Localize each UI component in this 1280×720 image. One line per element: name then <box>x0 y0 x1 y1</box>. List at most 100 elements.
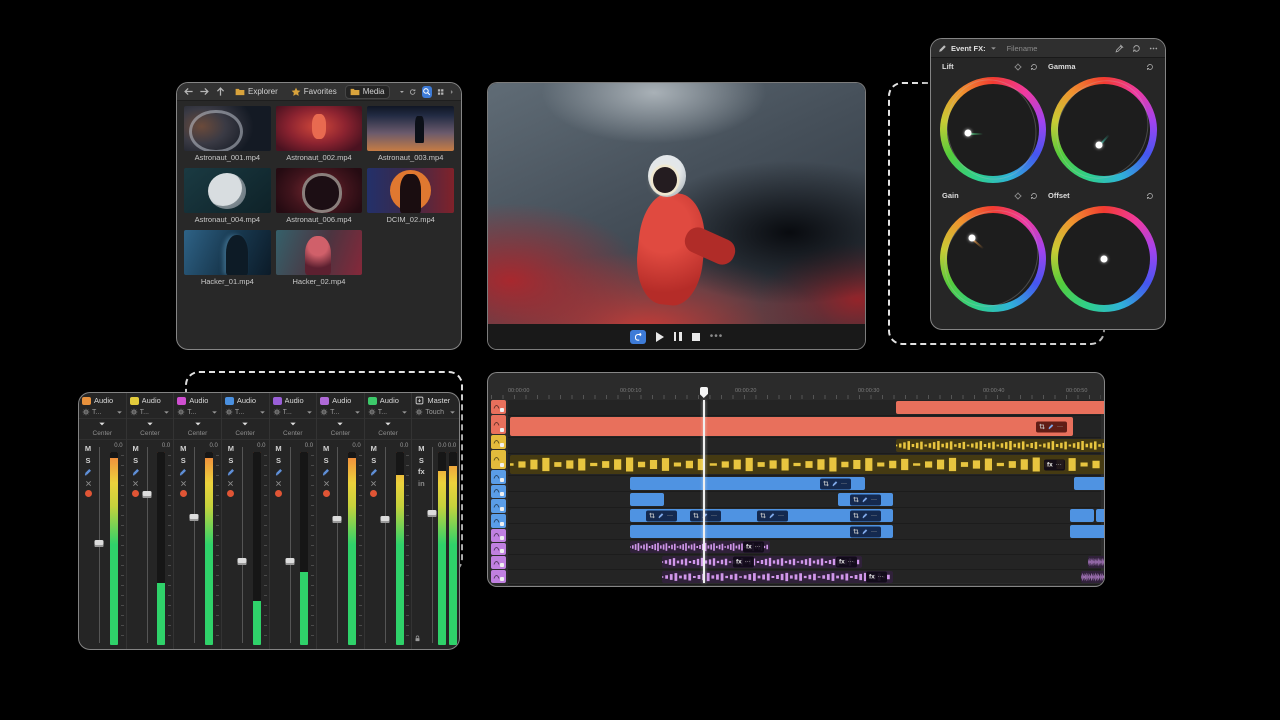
fader-handle[interactable] <box>237 558 246 565</box>
solo-button[interactable]: S <box>85 457 90 465</box>
track-lane[interactable]: fx⋯fx⋯ <box>508 555 1101 570</box>
chevron-down-icon[interactable] <box>990 45 997 52</box>
fader[interactable] <box>380 443 390 645</box>
mute-button[interactable]: M <box>228 445 234 453</box>
fader-handle[interactable] <box>380 516 389 523</box>
more-icon[interactable] <box>1149 44 1158 53</box>
fader-handle[interactable] <box>428 510 437 517</box>
media-item[interactable]: DCIM_02.mp4 <box>367 168 454 227</box>
stop-button[interactable] <box>692 333 700 341</box>
target-icon[interactable] <box>1014 192 1022 200</box>
record-arm-button[interactable] <box>180 490 187 497</box>
mute-button[interactable]: M <box>371 445 377 453</box>
grid-view-icon[interactable] <box>437 87 444 97</box>
clip-fx-badge[interactable]: fx⋯ <box>836 587 857 588</box>
loop-button[interactable] <box>630 330 646 344</box>
track-header-purple[interactable] <box>491 570 506 583</box>
pen-icon[interactable] <box>938 44 947 53</box>
record-arm-button[interactable] <box>323 490 330 497</box>
timeline-clip[interactable] <box>1096 509 1105 522</box>
more-icon[interactable]: ⋯ <box>755 544 762 551</box>
track-lane[interactable]: fx⋯ <box>508 585 1101 587</box>
track-lane[interactable]: ⋯ ⋯ ⋯ ⋯ <box>508 508 1101 524</box>
solo-button[interactable]: S <box>276 457 281 465</box>
gamma-wheel[interactable] <box>1051 77 1157 183</box>
insert-slot[interactable]: T... <box>174 406 221 419</box>
clip-tools-badge[interactable]: ⋯ <box>690 510 721 521</box>
clip-tools-badge[interactable]: ⋯ <box>850 494 881 505</box>
timeline-clip[interactable] <box>510 455 1105 474</box>
back-icon[interactable] <box>183 86 194 97</box>
clip-fx-badge[interactable]: fx⋯ <box>866 572 887 583</box>
fader-handle[interactable] <box>142 491 151 498</box>
more-icon[interactable]: ⋯ <box>871 528 878 535</box>
media-item[interactable]: Hacker_02.mp4 <box>276 230 363 289</box>
fx-button[interactable]: fx <box>418 468 425 476</box>
track-header-purple[interactable] <box>491 543 506 556</box>
more-icon[interactable]: ⋯ <box>871 512 878 519</box>
track-lane[interactable] <box>508 400 1101 416</box>
filename-field[interactable]: Filename <box>1007 44 1038 53</box>
track-lane[interactable]: ⋯ <box>508 492 1101 508</box>
mute-button[interactable]: M <box>85 445 91 453</box>
solo-button[interactable]: S <box>324 457 329 465</box>
track-lane[interactable]: ⋯ <box>508 416 1101 438</box>
record-arm-button[interactable] <box>370 490 377 497</box>
timeline-clip[interactable] <box>1070 509 1094 522</box>
forward-icon[interactable] <box>199 86 210 97</box>
fader[interactable] <box>94 443 104 645</box>
expand-caret[interactable] <box>365 419 412 428</box>
lift-wheel[interactable] <box>940 77 1046 183</box>
gain-wheel[interactable] <box>940 206 1046 312</box>
track-header-blue[interactable] <box>491 485 506 499</box>
wheel-indicator[interactable] <box>969 234 976 241</box>
fader[interactable] <box>332 443 342 645</box>
target-icon[interactable] <box>1014 63 1022 71</box>
insert-slot[interactable]: T... <box>365 406 412 419</box>
insert-slot[interactable]: Touch <box>412 406 459 419</box>
reset-icon[interactable] <box>1146 63 1154 71</box>
clip-tools-badge[interactable]: ⋯ <box>646 510 677 521</box>
more-icon[interactable]: ⋯ <box>1056 461 1063 468</box>
pan-control[interactable]: Center <box>174 428 221 440</box>
pan-control[interactable]: Center <box>79 428 126 440</box>
eyedropper-icon[interactable] <box>1115 44 1124 53</box>
pan-control[interactable]: Center <box>365 428 412 440</box>
expand-caret[interactable] <box>127 419 174 428</box>
insert-slot[interactable]: T... <box>79 406 126 419</box>
expand-caret[interactable] <box>412 419 459 428</box>
track-header-blue[interactable] <box>491 514 506 528</box>
media-item[interactable]: Astronaut_002.mp4 <box>276 106 363 165</box>
fader[interactable] <box>237 443 247 645</box>
pan-control[interactable]: Center <box>222 428 269 440</box>
mute-button[interactable]: M <box>180 445 186 453</box>
record-arm-button[interactable] <box>132 490 139 497</box>
clip-tools-badge[interactable]: ⋯ <box>850 510 881 521</box>
expand-caret[interactable] <box>270 419 317 428</box>
media-item[interactable]: Astronaut_003.mp4 <box>367 106 454 165</box>
expand-caret[interactable] <box>174 419 221 428</box>
fader[interactable] <box>427 443 437 645</box>
pan-control[interactable]: Center <box>317 428 364 440</box>
timeline-clip[interactable] <box>662 571 893 583</box>
timeline-clip[interactable] <box>630 493 664 506</box>
track-header-salmon[interactable] <box>491 400 506 414</box>
insert-slot[interactable]: T... <box>222 406 269 419</box>
reset-icon[interactable] <box>1146 192 1154 200</box>
solo-button[interactable]: S <box>419 457 424 465</box>
track-header-purple[interactable] <box>491 529 506 542</box>
mute-button[interactable]: M <box>133 445 139 453</box>
track-lane[interactable]: fx⋯ <box>508 454 1101 476</box>
fader[interactable] <box>285 443 295 645</box>
timeline-ruler[interactable]: 00:00:0000:00:1000:00:2000:00:3000:00:40… <box>491 387 1101 400</box>
media-thumbnail[interactable] <box>184 230 271 275</box>
more-button[interactable]: ••• <box>710 335 724 339</box>
more-icon[interactable]: ⋯ <box>848 559 855 566</box>
timeline-clip[interactable] <box>1088 556 1105 568</box>
tab-explorer[interactable]: Explorer <box>231 86 282 98</box>
media-thumbnail[interactable] <box>276 230 363 275</box>
reset-icon[interactable] <box>1030 63 1038 71</box>
more-icon[interactable]: ⋯ <box>778 512 785 519</box>
fader[interactable] <box>142 443 152 645</box>
solo-button[interactable]: S <box>181 457 186 465</box>
